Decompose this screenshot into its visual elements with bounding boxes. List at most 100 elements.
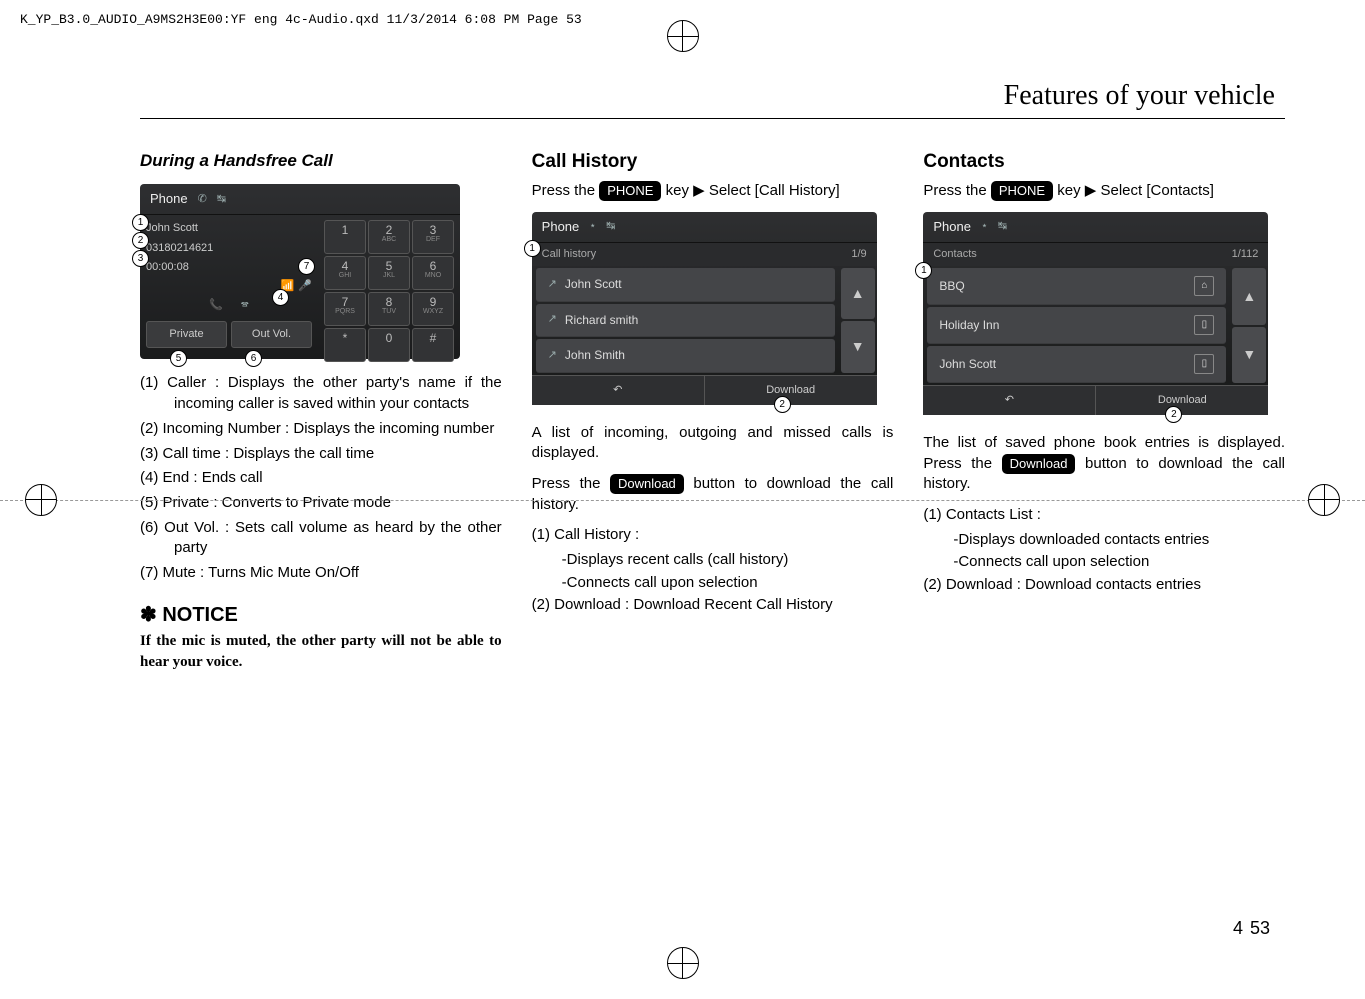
ct-row-1[interactable]: BBQ⌂ — [927, 268, 1226, 305]
col3-intro: Press the PHONE key ▶ Select [Contacts] — [923, 181, 1285, 202]
col2-para2: Press the Download button to download th… — [532, 474, 894, 515]
bluetooth-icon: ⋆ — [589, 219, 596, 234]
key-2[interactable]: 2ABC — [368, 220, 410, 254]
col1-item-6: (6) Out Vol. : Sets call volume as heard… — [140, 518, 502, 559]
col2-intro: Press the PHONE key ▶ Select [Call Histo… — [532, 181, 894, 202]
download-badge: Download — [1002, 454, 1076, 474]
key-star[interactable]: * — [324, 328, 366, 362]
ch-row-2[interactable]: ↗Richard smith — [536, 304, 835, 338]
col2-intro-b: key ▶ Select [Call History] — [661, 182, 839, 199]
col1-item-5: (5) Private : Converts to Private mode — [140, 493, 502, 514]
call-time: 00:00:08 — [146, 258, 312, 277]
download-button[interactable]: Download — [1096, 385, 1268, 415]
call-transfer-icon: ↹ — [998, 219, 1007, 234]
download-button[interactable]: Download — [705, 375, 877, 405]
ct-title: Phone — [933, 218, 971, 236]
notice-heading: ✽ NOTICE — [140, 602, 502, 630]
page-number: 53 — [1250, 918, 1270, 938]
title-rule — [140, 118, 1285, 119]
ct-subhead: Contacts — [933, 247, 976, 262]
ct-row-2[interactable]: Holiday Inn▯ — [927, 307, 1226, 344]
back-button[interactable]: ↶ — [923, 385, 1096, 415]
key-9[interactable]: 9WXYZ — [412, 292, 454, 326]
mute-icon: 🎤 — [298, 279, 312, 294]
key-4[interactable]: 4GHI — [324, 256, 366, 290]
col2-sub2: -Connects call upon selection — [554, 573, 894, 594]
key-0[interactable]: 0 — [368, 328, 410, 362]
column-3: Contacts Press the PHONE key ▶ Select [C… — [923, 141, 1285, 673]
call-transfer-icon: ↹ — [217, 192, 226, 207]
key-1[interactable]: 1 — [324, 220, 366, 254]
page-footer: 4 53 — [1233, 918, 1270, 939]
call-end-icon[interactable]: 🕿 — [241, 298, 249, 313]
scroll-down-button[interactable]: ▼ — [841, 321, 875, 372]
crop-circle-top — [667, 20, 699, 52]
scroll-down-button[interactable]: ▼ — [1232, 327, 1266, 384]
outgoing-call-icon: ↗ — [548, 277, 557, 292]
ch-row3-label: John Smith — [565, 347, 625, 364]
chapter-number: 4 — [1233, 918, 1245, 938]
key-3[interactable]: 3DEF — [412, 220, 454, 254]
call-time-text: 00:00:08 — [146, 260, 189, 275]
back-arrow-icon: ↶ — [613, 383, 622, 398]
ct-row1-label: BBQ — [939, 278, 964, 295]
phone-key-badge: PHONE — [599, 181, 661, 201]
shot-title: Phone — [150, 190, 188, 208]
key-7[interactable]: 7PQRS — [324, 292, 366, 326]
ch-count: 1/9 — [851, 247, 866, 262]
scroll-up-button[interactable]: ▲ — [841, 268, 875, 319]
phone-handset-icon: ✆ — [198, 192, 207, 207]
notice-body: If the mic is muted, the other party wil… — [140, 631, 502, 672]
outgoing-call-icon: ↗ — [548, 348, 557, 363]
callout-2-ct: 2 — [1165, 406, 1182, 423]
bluetooth-icon: ⋆ — [981, 219, 988, 234]
crop-circle-left — [25, 484, 57, 516]
col2-item1: (1) Call History : — [532, 525, 894, 546]
col2-para1: A list of incoming, outgoing and missed … — [532, 423, 894, 464]
col1-item-1: (1) Caller : Displays the other party's … — [140, 373, 502, 414]
col3-list: (1) Contacts List : -Displays downloaded… — [923, 505, 1285, 596]
col2-intro-a: Press the — [532, 182, 600, 199]
private-button[interactable]: Private — [146, 321, 227, 348]
crop-mark-horizontal — [0, 500, 1365, 501]
crop-circle-right — [1308, 484, 1340, 516]
ch-row-3[interactable]: ↗ John Smith — [536, 339, 835, 373]
column-2: Call History Press the PHONE key ▶ Selec… — [532, 141, 894, 673]
caller-name: John Scott — [146, 219, 312, 238]
out-vol-button[interactable]: Out Vol. — [231, 321, 312, 348]
col2-heading: Call History — [532, 149, 894, 175]
ct-row2-label: Holiday Inn — [939, 317, 999, 334]
key-hash[interactable]: # — [412, 328, 454, 362]
ch-row-1[interactable]: ↗John Scott — [536, 268, 835, 302]
callout-2-ch: 2 — [774, 396, 791, 413]
ch-topbar: Phone ⋆ ↹ — [532, 212, 877, 243]
callout-1-ch: 1 — [524, 240, 541, 257]
key-5[interactable]: 5JKL — [368, 256, 410, 290]
ch-title: Phone — [542, 218, 580, 236]
shot-topbar: Phone ✆ ↹ — [140, 184, 460, 215]
col1-heading: During a Handsfree Call — [140, 149, 502, 172]
col3-intro-b: key ▶ Select [Contacts] — [1053, 182, 1214, 199]
col2-item2: (2) Download : Download Recent Call Hist… — [532, 595, 894, 616]
scroll-up-button[interactable]: ▲ — [1232, 268, 1266, 325]
back-button[interactable]: ↶ — [532, 375, 705, 405]
ch-row2-label: Richard smith — [565, 312, 638, 329]
call-history-screenshot: 1 2 Phone ⋆ ↹ Call history 1/9 ↗John Sco… — [532, 212, 877, 405]
col3-item1: (1) Contacts List : — [923, 505, 1285, 526]
ct-row-3[interactable]: John Scott▯ — [927, 346, 1226, 383]
dial-keypad: 1 2ABC 3DEF 4GHI 5JKL 6MNO 7PQRS 8TUV 9W… — [318, 215, 460, 367]
back-arrow-icon: ↶ — [1005, 393, 1014, 408]
ct-row3-label: John Scott — [939, 356, 996, 373]
three-columns: During a Handsfree Call 1 2 3 4 5 6 7 Ph… — [140, 141, 1285, 673]
col3-para1: The list of saved phone book entries is … — [923, 433, 1285, 495]
call-transfer-icon: ↹ — [606, 219, 615, 234]
ch-subhead: Call history — [542, 247, 596, 262]
call-pickup-icon[interactable]: 📞 — [209, 298, 223, 313]
column-1: During a Handsfree Call 1 2 3 4 5 6 7 Ph… — [140, 141, 502, 673]
phone-key-badge: PHONE — [991, 181, 1053, 201]
col1-item-3: (3) Call time : Displays the call time — [140, 444, 502, 465]
col3-intro-a: Press the — [923, 182, 991, 199]
key-8[interactable]: 8TUV — [368, 292, 410, 326]
key-6[interactable]: 6MNO — [412, 256, 454, 290]
crop-circle-bottom — [667, 947, 699, 979]
